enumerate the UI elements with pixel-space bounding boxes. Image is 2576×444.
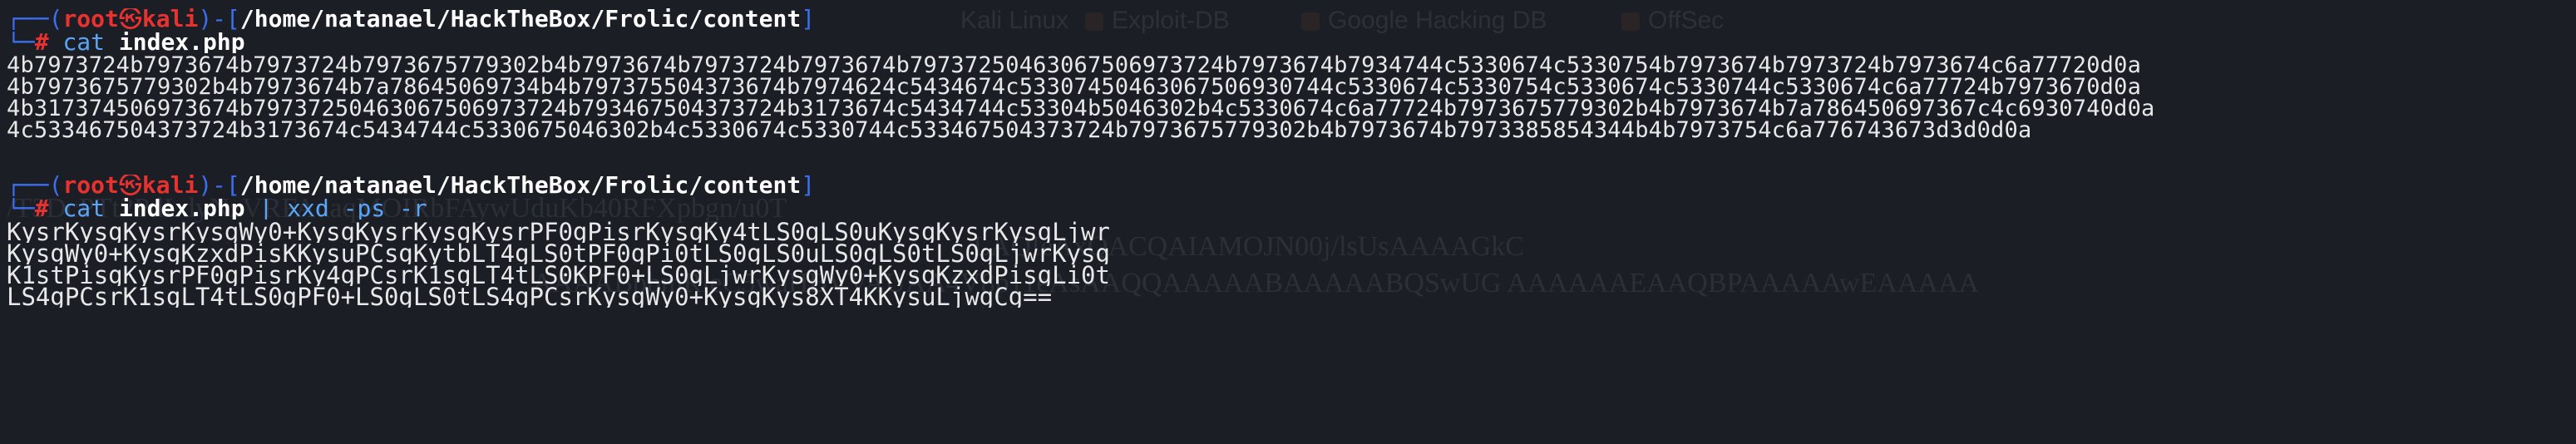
prompt-header-line: ┌──(root㉿kali)-[/home/natanael/HackTheBo… (7, 175, 2572, 196)
prompt-box-corner-bottom: └─ (7, 198, 35, 220)
piped-command-name: xxd (287, 198, 329, 220)
pipe-symbol: | (259, 198, 274, 220)
command-argument: index.php (118, 198, 245, 220)
output-line: 4b317374506973674b7973725046306750697372… (7, 98, 2155, 120)
prompt-host: kali (141, 8, 199, 30)
root-prompt-symbol: # (34, 32, 49, 53)
prompt-path: /home/natanael/HackTheBox/Frolic/content (239, 175, 802, 196)
output-line: 4b7973724b7973674b7973724b7973675779302b… (7, 55, 2142, 76)
output-line: KysgWy0+KysgKzxdPisKKysuPCsgKytbLT4gLS0t… (7, 243, 1110, 264)
output-line: KysrKysgKysrKysgWy0+KysgKysrKysgKysrPF0g… (7, 221, 1110, 243)
prompt-box-corner: ┌──( (7, 175, 63, 196)
command-argument: index.php (118, 32, 245, 53)
prompt-header-line: ┌──(root㉿kali)-[/home/natanael/HackTheBo… (7, 8, 2572, 30)
prompt-box-separator: )-[ (198, 175, 240, 196)
output-line: 4b7973675779302b4b7973674b7a78645069734b… (7, 76, 2142, 98)
command-name: cat (62, 32, 106, 53)
prompt-box-corner: ┌──( (7, 8, 63, 30)
command-line[interactable]: └─# cat index.php (7, 32, 2572, 53)
prompt-box-end: ] (801, 175, 816, 196)
output-line: LS4gPCsrK1sgLT4tLS0gPF0+LS0gLS0tLS4gPCsr… (7, 286, 1053, 308)
prompt-box-separator: )-[ (198, 8, 240, 30)
piped-command-flags: -ps -r (343, 198, 427, 220)
prompt-user: root (62, 8, 119, 30)
prompt-box-corner-bottom: └─ (7, 32, 35, 53)
kali-skull-icon: ㉿ (118, 8, 142, 30)
prompt-host: kali (141, 175, 199, 196)
prompt-user: root (62, 175, 119, 196)
command-line[interactable]: └─# cat index.php | xxd -ps -r (7, 198, 2572, 220)
command-name: cat (62, 198, 106, 220)
root-prompt-symbol: # (34, 198, 49, 220)
terminal-content: ┌──(root㉿kali)-[/home/natanael/HackTheBo… (7, 3, 2572, 308)
prompt-path: /home/natanael/HackTheBox/Frolic/content (239, 8, 802, 30)
terminal-window[interactable]: Kali Linux Exploit-DB Google Hacking DB … (0, 0, 2576, 444)
kali-skull-icon: ㉿ (118, 175, 142, 196)
output-line: K1stPisgKysrPF0gPisrKy4gPCsrK1sgLT4tLS0K… (7, 264, 1110, 286)
output-line: 4c533467504373724b3173674c5434744c533067… (7, 120, 2032, 141)
prompt-box-end: ] (801, 8, 816, 30)
